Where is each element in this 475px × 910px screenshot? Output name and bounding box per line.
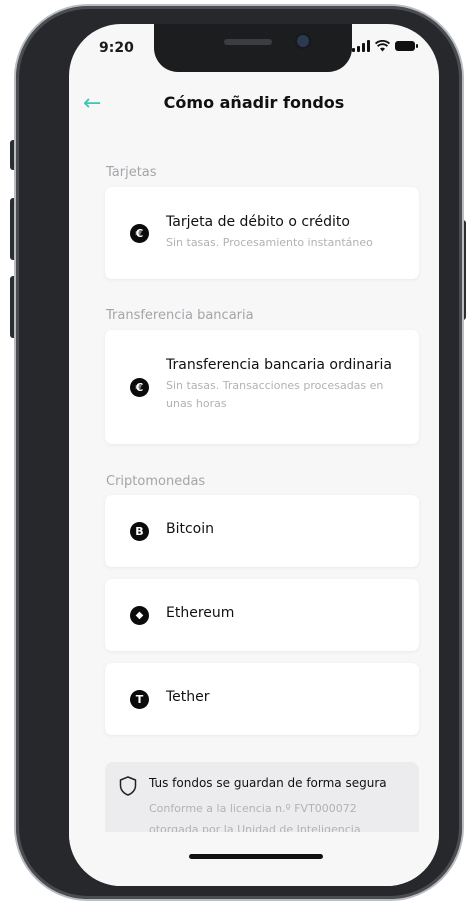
- home-indicator[interactable]: [189, 854, 323, 859]
- crypto-option-title: Bitcoin: [166, 521, 215, 537]
- euro-icon: €: [130, 378, 149, 397]
- crypto-option-bitcoin[interactable]: B Bitcoin: [105, 495, 419, 567]
- bitcoin-icon: B: [130, 522, 149, 541]
- phone-screen: 9:20 ← Cómo añadir fondos Tarjetas € Tar…: [69, 24, 439, 886]
- status-icons: [352, 40, 418, 52]
- bank-option-subtitle: Sin tasas. Transacciones procesadas en u…: [166, 379, 384, 410]
- crypto-option-title: Tether: [166, 689, 210, 705]
- bank-transfer-option[interactable]: € Transferencia bancaria ordinaria Sin t…: [105, 330, 419, 444]
- phone-frame: 9:20 ← Cómo añadir fondos Tarjetas € Tar…: [16, 6, 462, 899]
- ethereum-icon: ◆: [130, 606, 149, 625]
- status-time: 9:20: [99, 40, 134, 56]
- card-option-subtitle: Sin tasas. Procesamiento instantáneo: [166, 236, 373, 249]
- security-title: Tus fondos se guardan de forma segura: [149, 776, 387, 790]
- wifi-icon: [375, 40, 390, 52]
- euro-icon: €: [130, 224, 149, 243]
- crypto-option-title: Ethereum: [166, 605, 235, 621]
- bottom-bar: [69, 832, 439, 886]
- card-payment-option[interactable]: € Tarjeta de débito o crédito Sin tasas.…: [105, 187, 419, 279]
- shield-icon: [119, 776, 137, 796]
- header: ← Cómo añadir fondos: [69, 90, 439, 120]
- battery-icon: [395, 41, 418, 51]
- tether-icon: T: [130, 690, 149, 709]
- crypto-option-ethereum[interactable]: ◆ Ethereum: [105, 579, 419, 651]
- front-camera: [297, 35, 309, 47]
- section-label-bank: Transferencia bancaria: [106, 308, 254, 323]
- section-label-cards: Tarjetas: [106, 165, 157, 180]
- speaker: [224, 39, 272, 45]
- signal-icon: [352, 40, 370, 52]
- section-label-crypto: Criptomonedas: [106, 474, 206, 489]
- bank-option-title: Transferencia bancaria ordinaria: [166, 357, 392, 373]
- page-title: Cómo añadir fondos: [163, 93, 345, 112]
- crypto-option-tether[interactable]: T Tether: [105, 663, 419, 735]
- card-option-title: Tarjeta de débito o crédito: [166, 214, 350, 230]
- notch: [154, 24, 352, 72]
